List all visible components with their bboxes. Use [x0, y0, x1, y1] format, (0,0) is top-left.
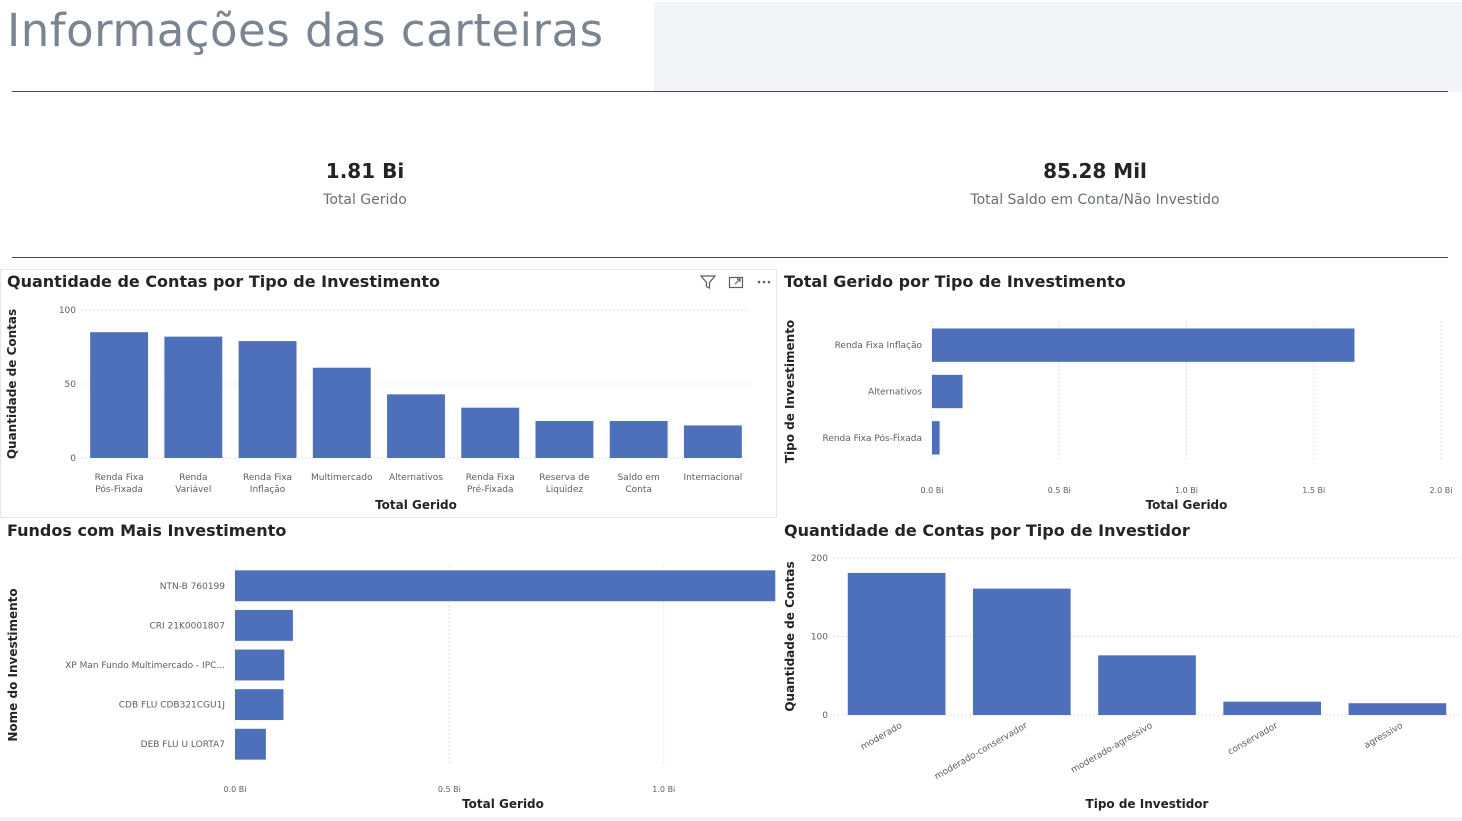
bar[interactable] [235, 570, 776, 602]
x-tick-label: Conta [625, 485, 652, 495]
x-tick-label: 1.0 Bi [652, 785, 675, 794]
kpi-card-total-gerido[interactable]: 1.81 Bi Total Gerido [165, 159, 565, 208]
x-tick-label: Reserva de [539, 473, 590, 483]
y-tick-label: 50 [65, 380, 77, 390]
x-tick-label: Variável [175, 485, 211, 495]
x-tick-label: moderado [859, 721, 904, 753]
y-tick-label: 100 [811, 633, 828, 643]
x-axis-title: Total Gerido [1146, 498, 1228, 512]
x-tick-label: 2.0 Bi [1430, 486, 1453, 495]
bar[interactable] [235, 649, 285, 681]
bar[interactable] [847, 572, 946, 715]
x-tick-label: moderado-agressivo [1070, 721, 1155, 776]
x-tick-label: agressivo [1363, 721, 1406, 751]
bar[interactable] [1348, 703, 1447, 715]
x-tick-label: 0.0 Bi [921, 486, 944, 495]
bar[interactable] [235, 689, 284, 721]
kpi-label: Total Gerido [323, 192, 407, 208]
y-axis-title: Nome do Investimento [6, 588, 20, 741]
y-tick-label: CDB FLU CDB321CGU1J [119, 701, 225, 711]
bar[interactable] [932, 421, 940, 455]
y-tick-label: 100 [59, 306, 76, 316]
x-tick-label: Renda Fixa [466, 473, 515, 483]
chart-title: Total Gerido por Tipo de Investimento [784, 272, 1126, 291]
x-tick-label: 1.0 Bi [1175, 486, 1198, 495]
x-tick-label: 0.5 Bi [1048, 486, 1071, 495]
page-title: Informações das carteiras [7, 4, 604, 57]
bar[interactable] [461, 407, 520, 458]
x-tick-label: Pós-Fixada [95, 484, 143, 495]
x-tick-label: Inflação [250, 485, 286, 495]
chart-title: Quantidade de Contas por Tipo de Investi… [7, 272, 441, 291]
header-divider [12, 91, 1448, 92]
kpi-divider [12, 257, 1448, 258]
bar[interactable] [1098, 655, 1196, 715]
y-tick-label: Alternativos [868, 388, 922, 398]
x-tick-label: Liquidez [546, 485, 584, 495]
chart-contas-por-tipo-investidor[interactable]: 0 100 200 moderado moderado-conservador moder… [778, 540, 1462, 817]
bar[interactable] [312, 367, 371, 458]
x-tick-label: Multimercado [311, 473, 373, 483]
x-tick-label: Internacional [683, 473, 742, 483]
y-axis-title: Tipo de Investimento [783, 320, 797, 463]
x-tick-label: Alternativos [389, 473, 443, 483]
y-tick-label: Renda Fixa Pós-Fixada [822, 433, 922, 444]
x-tick-label: Renda Fixa [243, 473, 292, 483]
x-axis-title: Total Gerido [375, 498, 457, 512]
x-tick-label: conservador [1226, 721, 1280, 758]
bar[interactable] [932, 328, 1355, 362]
chart-title: Fundos com Mais Investimento [7, 521, 287, 540]
bar[interactable] [683, 425, 742, 458]
x-tick-label: Renda Fixa [95, 473, 144, 483]
x-tick-label: 0.5 Bi [438, 785, 461, 794]
y-tick-label: DEB FLU U LORTA7 [141, 740, 225, 750]
x-axis-title: Total Gerido [462, 797, 544, 811]
y-axis-title: Quantidade de Contas [5, 309, 19, 459]
x-tick-label: Renda [179, 473, 207, 483]
kpi-value: 1.81 Bi [325, 159, 405, 183]
bar[interactable] [609, 421, 668, 458]
kpi-label: Total Saldo em Conta/Não Investido [970, 192, 1220, 208]
bar[interactable] [1223, 701, 1322, 715]
chart-total-gerido-por-tipo[interactable]: 0.0 Bi 0.5 Bi 1.0 Bi 1.5 Bi 2.0 Bi Renda Fixa… [778, 290, 1462, 518]
y-tick-label: NTN-B 760199 [160, 582, 226, 592]
bar[interactable] [238, 341, 297, 458]
kpi-value: 85.28 Mil [1043, 159, 1147, 183]
y-tick-label: 0 [822, 711, 828, 721]
bar[interactable] [535, 421, 594, 458]
x-tick-label: 0.0 Bi [224, 785, 247, 794]
x-axis-title: Tipo de Investidor [1086, 797, 1209, 811]
y-tick-label: 200 [811, 554, 828, 564]
y-tick-label: Renda Fixa Inflação [835, 341, 923, 351]
bar[interactable] [387, 394, 445, 458]
y-tick-label: CRI 21K0001807 [150, 621, 226, 631]
bar[interactable] [90, 332, 149, 458]
y-tick-label: XP Man Fundo Multimercado - IPC... [65, 661, 225, 671]
bar[interactable] [235, 609, 293, 641]
chart-contas-por-tipo-investimento[interactable]: 050100Renda FixaPós-FixadaRendaVariávelR… [0, 290, 777, 518]
x-tick-label: Saldo em [618, 473, 660, 483]
bar[interactable] [235, 728, 266, 760]
x-tick-label: Pré-Fixada [467, 484, 514, 495]
x-tick-label: moderado-conservador [933, 721, 1029, 782]
kpi-card-saldo-conta[interactable]: 85.28 Mil Total Saldo em Conta/Não Inves… [895, 159, 1295, 208]
page-tabs-strip [0, 817, 1462, 821]
chart-title: Quantidade de Contas por Tipo de Investi… [784, 521, 1190, 540]
bar[interactable] [972, 588, 1071, 715]
bar[interactable] [164, 336, 223, 458]
bar[interactable] [932, 374, 963, 409]
header-background [654, 2, 1462, 92]
y-tick-label: 0 [70, 454, 76, 464]
chart-fundos-mais-investimento[interactable]: 0.0 Bi 0.5 Bi 1.0 Bi NTN-B 760199 CRI 21K000… [0, 540, 777, 817]
x-tick-label: 1.5 Bi [1302, 486, 1325, 495]
y-axis-title: Quantidade de Contas [783, 561, 797, 711]
